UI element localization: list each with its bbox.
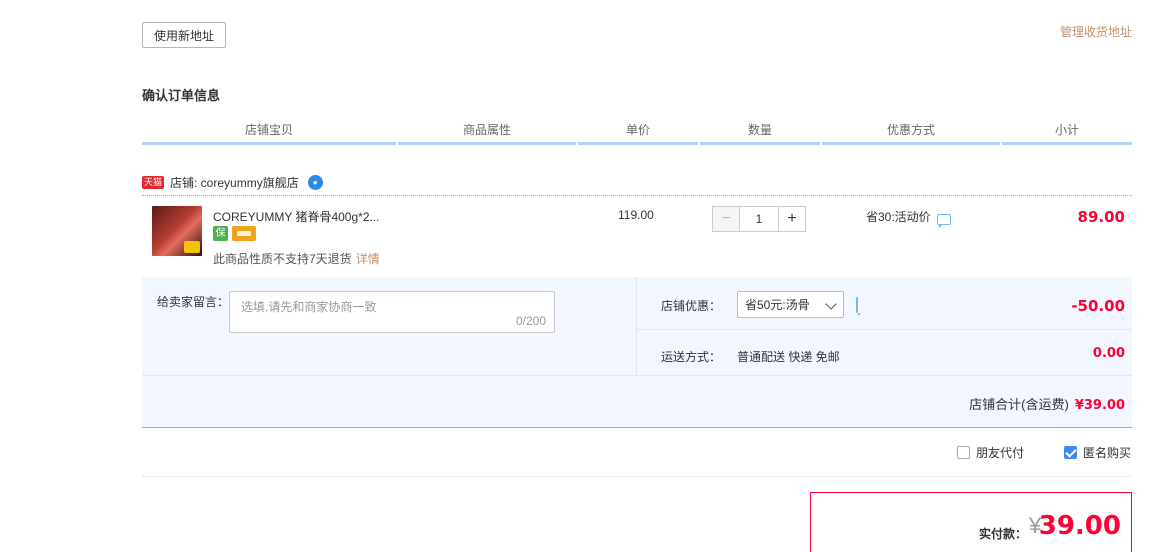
shipping-fee: 0.00: [1092, 346, 1125, 361]
shop-total: 店铺合计(含运费) ¥39.00: [969, 394, 1125, 413]
order-table-header: 店铺宝贝 商品属性 单价 数量 优惠方式 小计: [142, 118, 1132, 145]
coupon-comment-icon[interactable]: [856, 297, 858, 313]
payment-label: 实付款：: [979, 527, 1028, 541]
column-header-attributes: 商品属性: [398, 118, 576, 145]
payment-amount: 39.00: [1038, 511, 1121, 541]
return-note-text: 此商品性质不支持7天退货: [213, 252, 352, 266]
friend-pay-checkbox[interactable]: [957, 446, 970, 459]
return-policy-note: 此商品性质不支持7天退货 详情: [213, 250, 380, 267]
tmall-badge: 天猫: [142, 175, 165, 189]
item-subtotal: 89.00: [1077, 208, 1125, 226]
quantity-plus-button[interactable]: +: [778, 206, 806, 232]
divider: [142, 375, 1132, 376]
shop-total-label: 店铺合计(含运费): [969, 397, 1069, 412]
shipping-method: 普通配送 快递 免邮: [737, 350, 840, 364]
card-icon[interactable]: [232, 226, 256, 241]
promotion-info: 省30:活动价: [866, 208, 951, 228]
manage-address-link[interactable]: 管理收货地址: [1060, 23, 1132, 40]
column-header-quantity: 数量: [700, 118, 820, 145]
anonymous-purchase-option[interactable]: 匿名购买: [1064, 444, 1131, 461]
wangwang-chat-icon[interactable]: ●: [307, 174, 323, 190]
divider: [636, 277, 637, 375]
detail-link[interactable]: 详情: [356, 252, 380, 266]
column-header-unit-price: 单价: [578, 118, 698, 145]
column-header-subtotal: 小计: [1002, 118, 1132, 145]
shop-total-amount: ¥39.00: [1074, 398, 1125, 413]
quantity-stepper: − 1 +: [712, 206, 806, 232]
message-label: 给卖家留言：: [157, 295, 230, 309]
friend-pay-option[interactable]: 朋友代付: [957, 444, 1024, 461]
shop-extras-panel: 给卖家留言： 选填,请先和商家协商一致 0/200 店铺优惠： 省50元:汤骨 …: [142, 277, 1132, 428]
quantity-minus-button[interactable]: −: [712, 206, 740, 232]
friend-pay-label: 朋友代付: [976, 446, 1025, 460]
chevron-down-icon: [825, 298, 837, 310]
service-badges: 保: [213, 226, 256, 241]
order-item-row: COREYUMMY 猪脊骨400g*2... 保 此商品性质不支持7天退货 详情 …: [142, 196, 1132, 276]
promotion-text: 省30:活动价: [866, 210, 931, 224]
shop-name[interactable]: 店铺: coreyummy旗舰店: [170, 174, 299, 191]
payment-summary: 实付款： ¥ 39.00: [810, 492, 1132, 552]
promotion-comment-icon[interactable]: [936, 213, 951, 228]
use-new-address-button[interactable]: 使用新地址: [142, 22, 226, 48]
shop-coupon-select[interactable]: 省50元:汤骨: [737, 291, 844, 318]
message-to-seller-input[interactable]: 选填,请先和商家协商一致 0/200: [229, 291, 555, 333]
message-char-count: 0/200: [515, 314, 546, 328]
shop-row: 天猫 店铺: coreyummy旗舰店 ●: [142, 172, 323, 192]
unit-price: 119.00: [618, 208, 654, 222]
divider: [142, 476, 1132, 477]
anonymous-purchase-checkbox[interactable]: [1064, 446, 1077, 459]
guarantee-icon[interactable]: 保: [213, 226, 228, 241]
coupon-selected-value: 省50元:汤骨: [745, 298, 810, 312]
column-header-shop-item: 店铺宝贝: [142, 118, 396, 145]
shop-coupon-label: 店铺优惠：: [661, 299, 722, 313]
divider: [637, 329, 1132, 330]
quantity-input[interactable]: 1: [740, 206, 778, 232]
message-placeholder: 选填,请先和商家协商一致: [241, 300, 377, 314]
anonymous-purchase-label: 匿名购买: [1083, 446, 1132, 460]
product-title[interactable]: COREYUMMY 猪脊骨400g*2...: [213, 208, 380, 225]
column-header-promotion: 优惠方式: [822, 118, 1000, 145]
product-thumbnail[interactable]: [152, 206, 202, 256]
order-section-title: 确认订单信息: [142, 88, 221, 103]
coupon-discount-amount: -50.00: [1071, 297, 1125, 315]
shipping-label: 运送方式：: [661, 350, 722, 364]
